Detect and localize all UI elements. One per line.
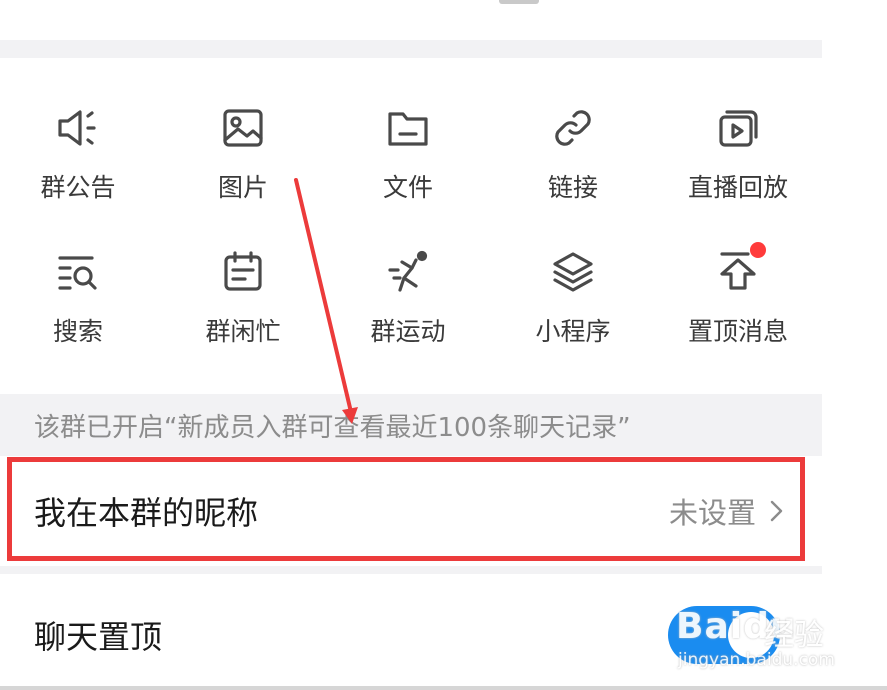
tool-label: 小程序 xyxy=(535,317,611,346)
tool-label: 搜索 xyxy=(52,317,103,346)
tool-announcement[interactable]: 群公告 xyxy=(13,102,143,232)
folder-icon xyxy=(382,102,434,154)
section-divider xyxy=(0,566,822,574)
section-divider xyxy=(0,0,822,58)
runner-icon xyxy=(382,246,434,298)
tool-sports[interactable]: 群运动 xyxy=(343,246,473,376)
nickname-value: 未设置 xyxy=(668,496,756,530)
speaker-icon xyxy=(52,102,104,154)
tool-label: 链接 xyxy=(547,173,598,202)
tool-pinned-messages[interactable]: 置顶消息 xyxy=(673,242,803,376)
calendar-icon xyxy=(217,246,269,298)
search-icon xyxy=(52,246,104,298)
my-group-nickname-row[interactable]: 我在本群的昵称 未设置 xyxy=(0,456,822,566)
tool-files[interactable]: 文件 xyxy=(343,102,473,232)
playback-icon xyxy=(712,102,764,154)
tool-live-replay[interactable]: 直播回放 xyxy=(673,102,803,232)
link-icon xyxy=(547,102,599,154)
tool-label: 群运动 xyxy=(370,317,446,346)
tool-mini-programs[interactable]: 小程序 xyxy=(508,246,638,376)
tool-availability[interactable]: 群闲忙 xyxy=(178,246,308,376)
tool-images[interactable]: 图片 xyxy=(178,102,308,232)
layers-icon xyxy=(547,246,599,298)
unread-badge xyxy=(750,242,766,258)
nickname-label: 我在本群的昵称 xyxy=(34,494,259,532)
tool-label: 文件 xyxy=(382,173,433,202)
tool-label: 群公告 xyxy=(40,173,116,202)
scroll-indicator xyxy=(499,0,539,4)
pin-chat-label: 聊天置顶 xyxy=(34,618,163,656)
tool-label: 图片 xyxy=(217,173,268,202)
tool-label: 置顶消息 xyxy=(687,317,788,346)
bottom-divider xyxy=(0,686,887,690)
tool-links[interactable]: 链接 xyxy=(508,102,638,232)
image-icon xyxy=(217,102,269,154)
tool-label: 直播回放 xyxy=(687,173,788,202)
pin-top-icon xyxy=(712,242,766,298)
chevron-right-icon xyxy=(770,500,783,522)
tool-search[interactable]: 搜索 xyxy=(13,246,143,376)
tool-label: 群闲忙 xyxy=(205,317,281,346)
toggle-knob xyxy=(728,612,774,658)
pin-chat-toggle[interactable] xyxy=(668,606,780,664)
group-settings-panel: 群公告 图片 文件 链接 直播回放 搜索 群闲忙 群运动 小程序 置顶消息 该群… xyxy=(0,0,822,690)
history-notice: 该群已开启“新成员入群可查看最近100条聊天记录” xyxy=(0,394,822,456)
